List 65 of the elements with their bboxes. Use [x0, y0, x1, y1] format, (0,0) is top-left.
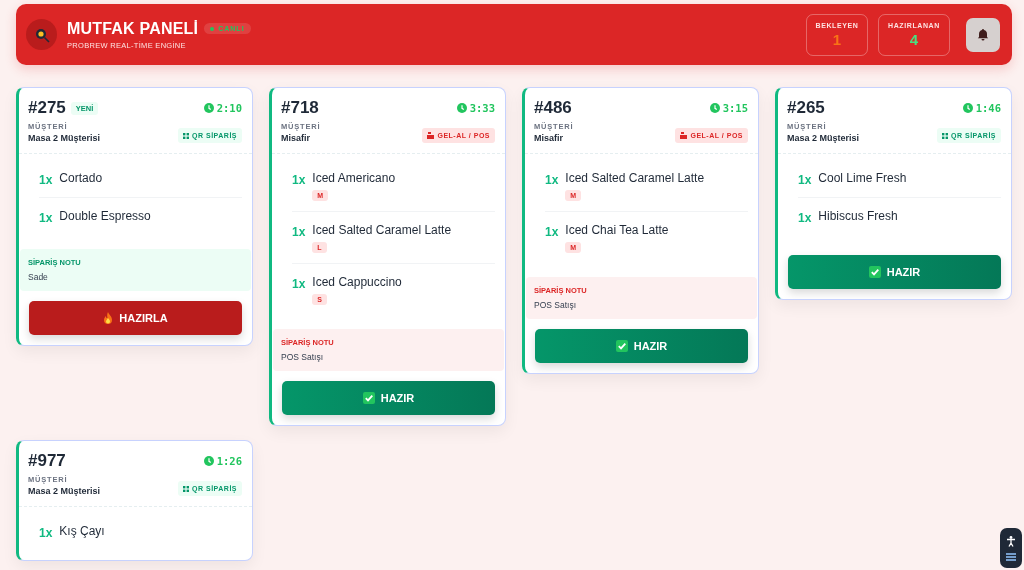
flame-icon	[103, 312, 114, 324]
customer-name: Masa 2 Müşterisi	[28, 133, 101, 143]
ready-button[interactable]: HAZIR	[788, 255, 1001, 289]
checkmark-icon	[868, 266, 881, 278]
order-number: #265	[787, 98, 825, 118]
list-icon	[1006, 552, 1016, 561]
stat-value: 1	[832, 30, 842, 48]
accessibility-widget[interactable]	[1000, 528, 1022, 568]
order-timer: 1:46	[975, 102, 1001, 114]
item-quantity: 1x	[798, 211, 812, 225]
prepare-button[interactable]: HAZIRLA	[29, 301, 242, 335]
customer-name: Misafir	[281, 133, 311, 143]
stat-value: 4	[909, 30, 919, 48]
clock-icon	[962, 103, 973, 113]
item-quantity: 1x	[798, 173, 812, 187]
ready-button[interactable]: HAZIR	[535, 329, 748, 363]
order-timer: 3:33	[469, 102, 495, 114]
item-quantity: 1x	[292, 173, 306, 189]
order-timer: 3:15	[722, 102, 748, 114]
item-quantity: 1x	[39, 526, 53, 540]
logo-icon	[26, 19, 57, 50]
grid-icon	[942, 132, 949, 139]
checkmark-icon	[615, 340, 628, 352]
item-name: Hibiscus Fresh	[818, 209, 899, 223]
note-text: POS Satışı	[281, 352, 325, 362]
item-name: Iced Salted Caramel Latte	[312, 223, 453, 237]
clock-icon	[203, 456, 214, 466]
order-number: #977	[28, 451, 66, 471]
item-quantity: 1x	[39, 211, 53, 225]
note-text: Sade	[28, 272, 49, 282]
order-number: #275	[28, 98, 66, 118]
customer-name: Masa 2 Müşterisi	[28, 486, 101, 496]
order-timer: 1:26	[216, 455, 242, 467]
item-quantity: 1x	[292, 225, 306, 241]
grid-icon	[183, 485, 190, 492]
item-quantity: 1x	[545, 173, 559, 189]
register-icon	[680, 132, 688, 139]
person-icon	[1006, 535, 1016, 547]
item-name: Cool Lime Fresh	[818, 171, 908, 185]
bell-icon	[977, 28, 989, 41]
clock-icon	[456, 103, 467, 113]
clock-icon	[203, 103, 214, 113]
ready-button[interactable]: HAZIR	[282, 381, 495, 415]
item-quantity: 1x	[39, 173, 53, 187]
item-quantity: 1x	[292, 277, 306, 293]
item-name: Iced Chai Tea Latte	[565, 223, 670, 237]
note-text: POS Satışı	[534, 300, 578, 310]
app-title: MUTFAK PANELİ	[67, 19, 199, 38]
order-number: #718	[281, 98, 319, 118]
item-quantity: 1x	[545, 225, 559, 241]
order-number: #486	[534, 98, 572, 118]
customer-name: Masa 2 Müşterisi	[787, 133, 860, 143]
order-timer: 2:10	[216, 102, 242, 114]
clock-icon	[709, 103, 720, 113]
register-icon	[427, 132, 435, 139]
item-name: Kış Çayı	[59, 524, 106, 538]
item-name: Cortado	[59, 171, 104, 185]
item-name: Iced Americano	[312, 171, 397, 185]
customer-name: Misafir	[534, 133, 564, 143]
checkmark-icon	[362, 392, 375, 404]
grid-icon	[183, 132, 190, 139]
item-name: Iced Salted Caramel Latte	[565, 171, 706, 185]
notification-button[interactable]	[966, 17, 1000, 52]
item-name: Double Espresso	[59, 209, 152, 223]
item-name: Iced Cappuccino	[312, 275, 403, 289]
